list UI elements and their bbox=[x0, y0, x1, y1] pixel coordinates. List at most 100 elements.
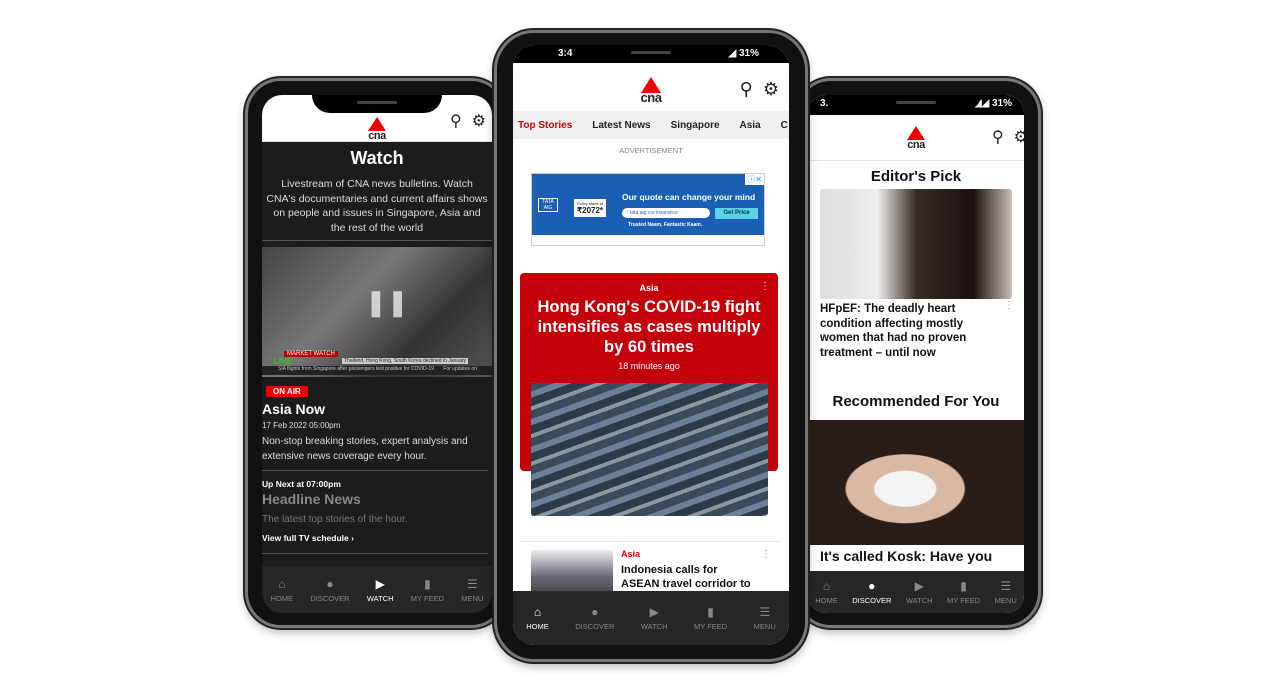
nav-menu[interactable]: ☰ MENU bbox=[995, 579, 1017, 605]
ad-close-icon[interactable]: ⓘ✕ bbox=[745, 174, 764, 185]
category-tabs: Top Stories Latest News Singapore Asia C bbox=[513, 111, 789, 139]
editors-pick-image[interactable] bbox=[820, 189, 1012, 299]
nav-discover[interactable]: ● DISCOVER bbox=[852, 579, 891, 605]
nav-label: DISCOVER bbox=[852, 596, 892, 605]
home-icon: ⌂ bbox=[822, 579, 831, 593]
nav-my-feed[interactable]: ▮ MY FEED bbox=[947, 579, 980, 605]
home-icon: ⌂ bbox=[278, 576, 286, 591]
menu-icon: ☰ bbox=[759, 605, 771, 619]
ad-price-card: Policy starts at ₹2072* bbox=[574, 199, 607, 217]
nav-my-feed[interactable]: ▮ MY FEED bbox=[411, 577, 444, 603]
nav-watch[interactable]: ▶ WATCH bbox=[367, 577, 394, 603]
cna-logo[interactable]: cna bbox=[364, 117, 390, 142]
up-next-label: Up Next at 07:00pm bbox=[262, 479, 341, 489]
featured-time: 18 minutes ago bbox=[618, 361, 680, 371]
bottom-nav: ⌂ HOME ● DISCOVER ▶ WATCH ▮ MY FEED ☰ MENU bbox=[262, 566, 492, 613]
compass-icon: ● bbox=[326, 576, 334, 591]
nav-watch[interactable]: ▶ WATCH bbox=[906, 579, 933, 605]
on-air-badge: ON AIR bbox=[266, 386, 308, 397]
tv-schedule-label: View full TV schedule bbox=[262, 533, 349, 543]
nav-label: MY FEED bbox=[694, 622, 728, 631]
ticker-text: For updates on bbox=[443, 366, 477, 372]
nav-label: HOME bbox=[526, 622, 549, 631]
pause-icon[interactable]: ❚❚ bbox=[365, 287, 409, 318]
battery-level: 31% bbox=[991, 98, 1012, 109]
show-datetime: 17 Feb 2022 05:00pm bbox=[262, 421, 341, 430]
more-options-icon[interactable]: ⋮ bbox=[760, 281, 770, 292]
story-thumbnail[interactable] bbox=[531, 550, 613, 595]
bookmark-icon: ▮ bbox=[960, 579, 967, 593]
gear-icon[interactable]: ⚙ bbox=[1014, 127, 1024, 147]
nav-menu[interactable]: ☰ MENU bbox=[461, 577, 483, 603]
featured-title[interactable]: Hong Kong's COVID-19 fight intensifies a… bbox=[528, 297, 770, 357]
status-battery: ◢ 31% bbox=[728, 48, 759, 59]
featured-image[interactable] bbox=[531, 383, 768, 516]
recommended-title[interactable]: It's called Kosk: Have you bbox=[820, 548, 992, 564]
recommended-image[interactable] bbox=[808, 420, 1024, 545]
play-icon: ▶ bbox=[375, 576, 385, 591]
show-title[interactable]: Asia Now bbox=[262, 401, 325, 417]
gear-icon[interactable]: ⚙ bbox=[763, 79, 779, 100]
featured-category[interactable]: Asia bbox=[520, 283, 778, 293]
nav-watch[interactable]: ▶ WATCH bbox=[641, 605, 668, 631]
more-options-icon[interactable]: ⋮ bbox=[1004, 300, 1014, 311]
story-category[interactable]: Asia bbox=[621, 549, 640, 559]
advertisement-banner[interactable]: TATA AIG Policy starts at ₹2072* Our quot… bbox=[531, 173, 765, 246]
nav-label: WATCH bbox=[366, 593, 394, 603]
tab-asia[interactable]: Asia bbox=[740, 120, 761, 131]
phone-right: 3. ◢◢ 31% cna ⚲ ⚙ Editor's Pick HFpEF: The… bbox=[795, 78, 1041, 628]
more-options-icon[interactable]: ⋮ bbox=[761, 549, 771, 560]
show-description: Non-stop breaking stories, expert analys… bbox=[262, 436, 468, 462]
tab-singapore[interactable]: Singapore bbox=[671, 120, 720, 131]
phone-middle: 3:4 ◢ 31% cna ⚲ ⚙ Top Stories Latest News … bbox=[494, 30, 808, 662]
nav-label: DISCOVER bbox=[575, 622, 615, 631]
phone-left: cna ⚲ ⚙ Watch Livestream of CNA news bull… bbox=[245, 78, 507, 628]
live-indicator: LIVE bbox=[274, 357, 292, 366]
status-time: 3. bbox=[820, 98, 829, 109]
nav-label: HOME bbox=[270, 593, 294, 603]
nav-label: MY FEED bbox=[410, 593, 444, 603]
market-watch-tag: MARKET WATCH bbox=[284, 351, 338, 357]
ad-brand-logo: TATA AIG bbox=[538, 198, 558, 212]
compass-icon: ● bbox=[591, 605, 599, 619]
recommended-heading: Recommended For You bbox=[832, 393, 1000, 410]
nav-label: WATCH bbox=[905, 596, 933, 605]
gear-icon[interactable]: ⚙ bbox=[472, 111, 486, 131]
search-icon[interactable]: ⚲ bbox=[740, 79, 753, 100]
nav-menu[interactable]: ☰ MENU bbox=[754, 605, 776, 631]
home-icon: ⌂ bbox=[533, 605, 542, 619]
nav-my-feed[interactable]: ▮ MY FEED bbox=[694, 605, 727, 631]
nav-home[interactable]: ⌂ HOME bbox=[815, 579, 838, 605]
tv-schedule-link[interactable]: View full TV schedule › bbox=[262, 533, 354, 543]
cna-logo[interactable]: cna bbox=[903, 126, 929, 151]
ad-cta-button[interactable]: Get Price bbox=[715, 208, 758, 219]
live-video-player[interactable]: ❚❚ MARKET WATCH LIVE Thailand, Hong Kong… bbox=[262, 247, 492, 377]
play-icon: ▶ bbox=[649, 605, 659, 619]
watch-screen: cna ⚲ ⚙ Watch Livestream of CNA news bull… bbox=[262, 95, 492, 613]
bookmark-icon: ▮ bbox=[707, 605, 714, 619]
nav-label: HOME bbox=[815, 596, 838, 605]
nav-home[interactable]: ⌂ HOME bbox=[526, 605, 549, 631]
tab-latest-news[interactable]: Latest News bbox=[592, 120, 650, 131]
chevron-right-icon: › bbox=[351, 533, 354, 543]
nav-label: DISCOVER bbox=[310, 593, 350, 603]
nav-discover[interactable]: ● DISCOVER bbox=[575, 605, 614, 631]
ticker-text: Thailand, Hong Kong, South Korea decline… bbox=[342, 358, 469, 364]
next-show-description: The latest top stories of the hour. bbox=[262, 514, 408, 525]
ticker-text: SIA flights from Singapore after passeng… bbox=[278, 366, 434, 372]
nav-label: MENU bbox=[461, 593, 484, 603]
notch bbox=[312, 95, 442, 113]
next-show-title: Headline News bbox=[262, 491, 361, 507]
ad-price: ₹2072* bbox=[577, 206, 603, 215]
menu-icon: ☰ bbox=[1000, 579, 1012, 593]
cna-logo[interactable]: cna bbox=[638, 77, 664, 104]
tab-top-stories[interactable]: Top Stories bbox=[518, 120, 572, 131]
search-icon[interactable]: ⚲ bbox=[992, 127, 1004, 147]
search-icon[interactable]: ⚲ bbox=[450, 111, 462, 131]
tab-more[interactable]: C bbox=[781, 120, 788, 131]
nav-discover[interactable]: ● DISCOVER bbox=[310, 577, 349, 603]
editors-pick-title[interactable]: HFpEF: The deadly heart condition affect… bbox=[820, 302, 990, 360]
editors-pick-heading: Editor's Pick bbox=[870, 168, 962, 185]
nav-home[interactable]: ⌂ HOME bbox=[271, 577, 294, 603]
page-title: Watch bbox=[350, 148, 404, 168]
